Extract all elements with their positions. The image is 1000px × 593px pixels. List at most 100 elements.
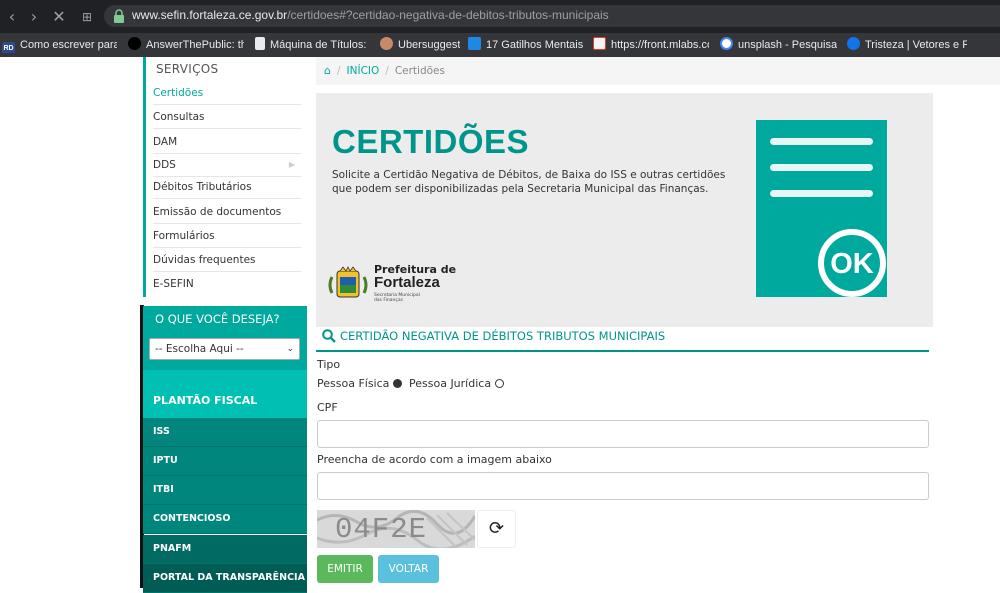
bookmark-label: Ubersuggest xyxy=(398,39,460,51)
wish-select-value: -- Escolha Aqui -- xyxy=(155,343,244,355)
chevron-right-icon: ▶ xyxy=(288,160,295,169)
plantao-title: PLANTÃO FISCAL xyxy=(153,394,258,407)
banner-description: Solicite a Certidão Negativa de Débitos,… xyxy=(332,168,752,196)
coat-of-arms-icon xyxy=(328,266,368,298)
sidebar-item-formularios[interactable]: Formulários xyxy=(153,224,301,248)
search-icon xyxy=(322,329,336,343)
bookmark-item[interactable]: AnswerThePublic: tha xyxy=(128,37,244,53)
prefeitura-logo: Prefeitura de Fortaleza Secretaria Munic… xyxy=(326,263,466,307)
side-link-label: PNAFM xyxy=(153,543,192,554)
side-link-label: PORTAL DA TRANSPARÊNCIA xyxy=(153,572,305,583)
refresh-captcha-button[interactable]: ⟳ xyxy=(477,510,516,548)
logo-text-fortaleza: Fortaleza xyxy=(374,274,440,291)
wish-panel: O QUE VOCÊ DESEJA? -- Escolha Aqui -- ⌄ xyxy=(143,306,307,370)
banner-desc-line: que podem ser disponibilizadas pela Secr… xyxy=(332,183,709,195)
address-bar[interactable]: www.sefin.fortaleza.ce.gov.br/certidoes#… xyxy=(104,5,1000,27)
browser-toolbar: ‹ › ✕ ⊞ www.sefin.fortaleza.ce.gov.br/ce… xyxy=(0,0,1000,33)
side-link-label: ISS xyxy=(153,426,170,437)
side-link-label: CONTENCIOSO xyxy=(153,513,231,524)
sidebar-item-emissao[interactable]: Emissão de documentos xyxy=(153,200,301,224)
sidebar-item-duvidas[interactable]: Dúvidas frequentes xyxy=(153,248,301,272)
banner-desc-line: Solicite a Certidão Negativa de Débitos,… xyxy=(332,169,726,181)
answerthepublic-icon xyxy=(128,37,141,50)
breadcrumb-separator: / xyxy=(385,65,389,77)
bookmark-label: Tristeza | Vetores e Fo xyxy=(865,39,967,51)
breadcrumb-home-link[interactable]: INÍCIO xyxy=(347,65,380,77)
banner-title: CERTIDÕES xyxy=(332,123,530,160)
page-icon xyxy=(255,37,265,50)
wish-select[interactable]: -- Escolha Aqui -- ⌄ xyxy=(149,338,300,360)
tabs-grid-icon[interactable]: ⊞ xyxy=(77,7,97,27)
bookmark-item[interactable]: RD Como escrever para b xyxy=(2,37,117,53)
bookmark-label: Como escrever para b xyxy=(20,39,117,51)
side-link-itbi[interactable]: ITBI xyxy=(143,476,307,505)
voltar-button[interactable]: VOLTAR xyxy=(378,555,439,583)
radio-pessoa-fisica[interactable]: Pessoa Física xyxy=(317,377,403,390)
side-link-transparencia[interactable]: PORTAL DA TRANSPARÊNCIA xyxy=(143,564,307,593)
tipo-label: Tipo xyxy=(317,358,341,371)
web-page: SERVIÇOS Certidões Consultas DAM DDS ▶ Dé… xyxy=(0,57,1000,593)
bookmark-label: unsplash - Pesquisa G xyxy=(738,39,837,51)
side-link-iptu[interactable]: IPTU xyxy=(143,447,307,476)
sidebar-item-debitos[interactable]: Débitos Tributários xyxy=(153,175,301,199)
sidebar-item-consultas[interactable]: Consultas xyxy=(153,105,301,129)
rd-icon: RD xyxy=(2,42,15,53)
bookmark-label: AnswerThePublic: tha xyxy=(146,39,244,51)
stop-loading-icon[interactable]: ✕ xyxy=(49,7,69,27)
forward-icon[interactable]: › xyxy=(24,7,44,27)
freepik-icon xyxy=(847,37,860,50)
chevron-down-icon: ⌄ xyxy=(286,344,294,354)
side-link-label: ITBI xyxy=(153,484,174,495)
url-text: www.sefin.fortaleza.ce.gov.br/certidoes#… xyxy=(132,8,609,22)
emitir-button[interactable]: EMITIR xyxy=(317,555,373,583)
captcha-label: Preencha de acordo com a imagem abaixo xyxy=(317,453,552,466)
bookmark-item[interactable]: Tristeza | Vetores e Fo xyxy=(847,37,967,53)
url-host: www.sefin.fortaleza.ce.gov.br xyxy=(132,8,288,22)
form-title: CERTIDÃO NEGATIVA DE DÉBITOS TRIBUTOS MU… xyxy=(340,329,666,343)
sidebar-item-esefin[interactable]: E-SEFIN xyxy=(153,272,301,296)
back-icon[interactable]: ‹ xyxy=(2,7,22,27)
sidebar-item-dds[interactable]: DDS ▶ xyxy=(153,153,301,177)
bookmark-item[interactable]: Ubersuggest xyxy=(380,37,460,53)
breadcrumb: ⌂ / INÍCIO / Certidões xyxy=(316,57,1000,85)
captcha-input[interactable] xyxy=(317,472,929,500)
radio-checked-icon xyxy=(393,379,403,388)
wish-title: O QUE VOCÊ DESEJA? xyxy=(155,312,280,326)
captcha-image: 04F2E xyxy=(317,510,475,548)
breadcrumb-current: Certidões xyxy=(394,65,445,77)
radio-label: Pessoa Jurídica xyxy=(409,377,492,390)
certidoes-banner: CERTIDÕES Solicite a Certidão Negativa d… xyxy=(316,93,933,327)
home-icon[interactable]: ⌂ xyxy=(324,64,331,77)
side-link-pnafm[interactable]: PNAFM xyxy=(143,535,307,564)
bookmark-item[interactable]: 17 Gatilhos Mentais f xyxy=(468,37,583,53)
lock-icon xyxy=(114,9,124,23)
cpf-input[interactable] xyxy=(317,420,929,448)
sidebar-item-dam[interactable]: DAM xyxy=(153,130,301,154)
document-ok-icon: OK xyxy=(756,120,887,297)
services-title: SERVIÇOS xyxy=(156,62,219,76)
bookmark-item[interactable]: Máquina de Títulos: C xyxy=(255,37,368,53)
side-link-contencioso[interactable]: CONTENCIOSO xyxy=(143,505,307,534)
bookmark-item[interactable]: https://front.mlabs.co xyxy=(593,37,709,53)
form-header: CERTIDÃO NEGATIVA DE DÉBITOS TRIBUTOS MU… xyxy=(316,324,929,352)
bookmark-label: Máquina de Títulos: C xyxy=(270,39,368,51)
bookmark-label: https://front.mlabs.co xyxy=(611,39,709,51)
google-icon xyxy=(720,37,733,50)
radio-pessoa-juridica[interactable]: Pessoa Jurídica xyxy=(409,377,505,390)
services-menu: SERVIÇOS Certidões Consultas DAM DDS ▶ Dé… xyxy=(143,57,307,297)
ubersuggest-icon xyxy=(380,37,393,50)
bookmark-item[interactable]: unsplash - Pesquisa G xyxy=(720,37,837,53)
url-path: /certidoes#?certidao-negativa-de-debitos… xyxy=(287,8,609,22)
sidebar-item-label: DDS xyxy=(153,159,176,171)
mlabs-icon xyxy=(593,37,606,50)
plantao-fiscal-header[interactable]: PLANTÃO FISCAL xyxy=(143,370,307,418)
sidebar-item-certidoes[interactable]: Certidões xyxy=(153,81,301,105)
logo-subtext: das Finanças xyxy=(374,298,403,303)
page-gutter xyxy=(0,57,143,588)
refresh-icon: ⟳ xyxy=(488,518,505,539)
cpf-label: CPF xyxy=(317,401,338,414)
side-link-iss[interactable]: ISS xyxy=(143,418,307,447)
bookmarks-bar: RD Como escrever para b AnswerThePublic: … xyxy=(0,33,1000,57)
radio-unchecked-icon xyxy=(495,379,505,388)
bookmark-label: 17 Gatilhos Mentais f xyxy=(486,39,583,51)
